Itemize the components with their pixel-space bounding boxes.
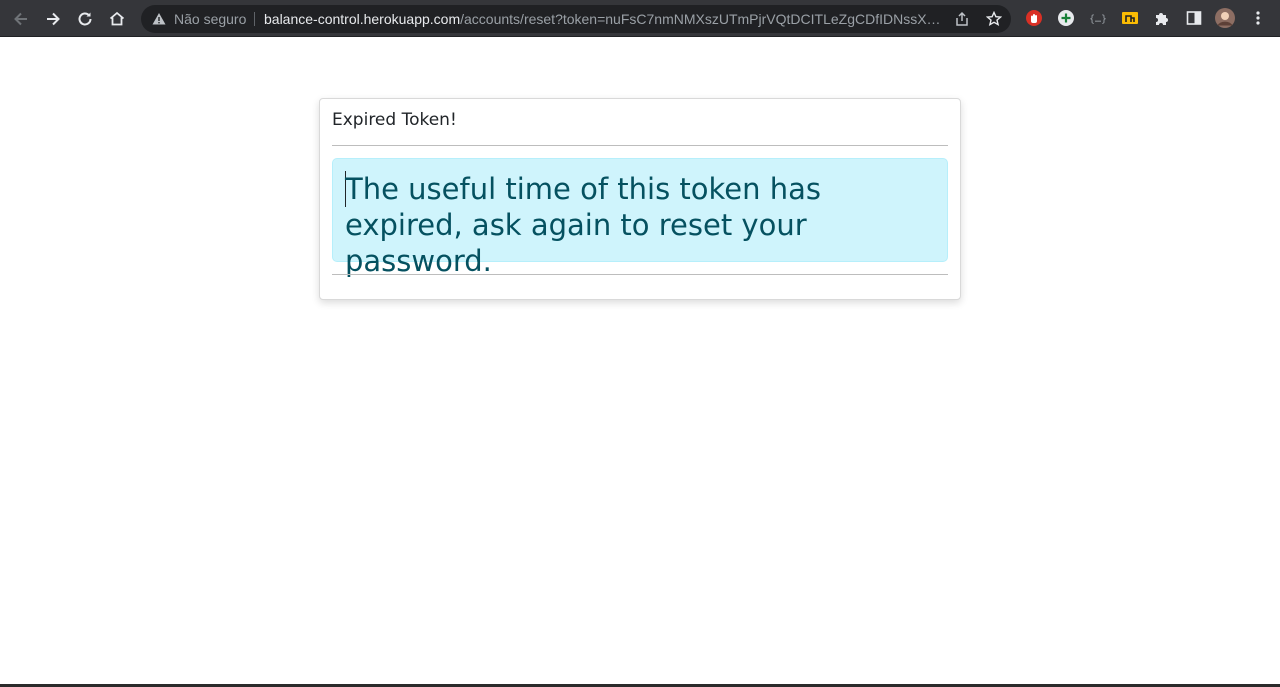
back-button[interactable]	[8, 6, 34, 32]
alert-message: The useful time of this token has expire…	[345, 172, 821, 278]
puzzle-icon[interactable]	[1152, 8, 1172, 28]
url-host: balance-control.herokuapp.com	[264, 11, 461, 27]
arrow-left-icon	[14, 12, 27, 26]
star-icon[interactable]	[985, 10, 1003, 28]
card-title: Expired Token!	[332, 110, 457, 130]
home-icon	[109, 11, 125, 26]
divider-top	[332, 145, 948, 146]
omnibox-divider	[254, 12, 255, 26]
extension-json-icon[interactable]: {…}	[1088, 8, 1108, 28]
extension-plus-icon[interactable]	[1056, 8, 1076, 28]
reload-icon	[78, 12, 92, 26]
share-icon[interactable]	[953, 10, 971, 28]
arrow-right-icon	[47, 12, 60, 26]
reload-button[interactable]	[72, 6, 98, 32]
extension-yellow-icon[interactable]	[1120, 8, 1140, 28]
expired-token-card: Expired Token! The useful time of this t…	[319, 98, 961, 300]
url-text[interactable]: balance-control.herokuapp.com/accounts/r…	[264, 5, 944, 33]
info-alert: The useful time of this token has expire…	[332, 158, 948, 278]
extension-adblock-icon[interactable]	[1024, 8, 1044, 28]
browser-toolbar: Não seguro balance-control.herokuapp.com…	[0, 0, 1280, 37]
svg-text:{…}: {…}	[1089, 14, 1107, 25]
side-panel-icon[interactable]	[1184, 8, 1204, 28]
forward-button[interactable]	[40, 6, 66, 32]
home-button[interactable]	[104, 6, 130, 32]
url-path: /accounts/reset?token=nuFsC7nmNMXszUTmPj…	[460, 11, 944, 27]
profile-avatar[interactable]	[1215, 8, 1235, 28]
divider-bottom	[332, 274, 948, 275]
security-label[interactable]: Não seguro	[174, 5, 246, 33]
kebab-menu-icon[interactable]	[1248, 8, 1268, 28]
warning-triangle-icon[interactable]	[151, 11, 167, 27]
address-bar[interactable]: Não seguro balance-control.herokuapp.com…	[141, 5, 1011, 33]
